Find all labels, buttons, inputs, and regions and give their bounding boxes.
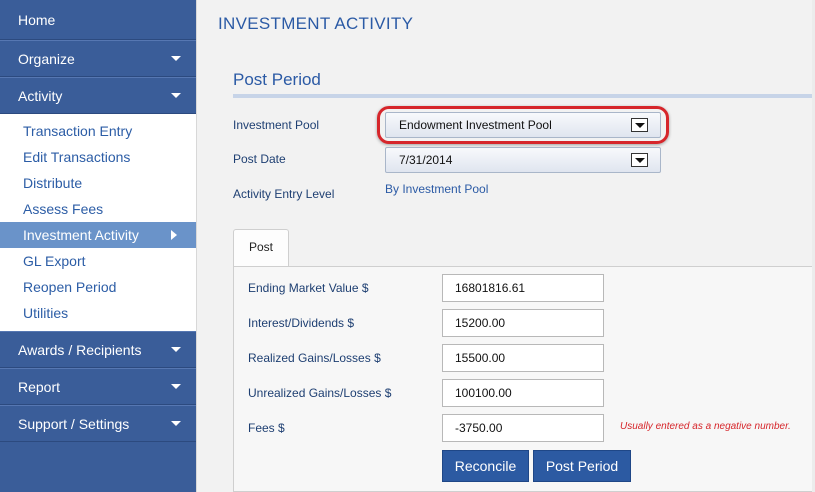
sidebar-item-investment-activity[interactable]: Investment Activity xyxy=(0,222,196,248)
chevron-down-icon xyxy=(171,56,181,61)
ending-market-value-input[interactable] xyxy=(442,274,604,302)
nav-organize-label: Organize xyxy=(18,51,75,67)
main-content: INVESTMENT ACTIVITY Post Period Investme… xyxy=(198,0,815,492)
sidebar-item-assess-fees[interactable]: Assess Fees xyxy=(0,196,196,222)
sidebar-item-utilities[interactable]: Utilities xyxy=(0,300,196,326)
realized-gains-input[interactable] xyxy=(442,344,604,372)
sidebar-item-reopen-period[interactable]: Reopen Period xyxy=(0,274,196,300)
sidebar-item-label: Edit Transactions xyxy=(23,149,131,165)
chevron-down-icon xyxy=(171,347,181,352)
chevron-down-icon xyxy=(171,384,181,389)
interest-dividends-label: Interest/Dividends $ xyxy=(248,316,355,330)
chevron-down-icon xyxy=(171,421,181,426)
realized-gains-label: Realized Gains/Losses $ xyxy=(248,351,381,365)
nav-organize[interactable]: Organize xyxy=(0,40,196,77)
nav-report-label: Report xyxy=(18,379,61,395)
fees-label: Fees $ xyxy=(248,421,285,435)
dropdown-arrow-icon xyxy=(631,153,648,167)
sidebar-item-label: Utilities xyxy=(23,305,69,321)
sidebar-item-label: GL Export xyxy=(23,253,86,269)
sidebar-item-label: Reopen Period xyxy=(23,279,117,295)
investment-pool-label: Investment Pool xyxy=(233,118,320,132)
post-period-button[interactable]: Post Period xyxy=(533,450,631,482)
entry-level-value: By Investment Pool xyxy=(385,182,489,196)
nav-activity-label: Activity xyxy=(18,88,63,104)
section-divider xyxy=(233,94,813,98)
entry-level-label: Activity Entry Level xyxy=(233,187,335,201)
nav-awards-label: Awards / Recipients xyxy=(18,342,142,358)
fees-hint: Usually entered as a negative number. xyxy=(620,421,791,432)
sidebar-item-label: Distribute xyxy=(23,175,83,191)
post-period-button-label: Post Period xyxy=(545,458,619,474)
sidebar-item-label: Investment Activity xyxy=(23,227,139,243)
sidebar-item-gl-export[interactable]: GL Export xyxy=(0,248,196,274)
tab-post[interactable]: Post xyxy=(233,229,289,267)
ending-market-value-label: Ending Market Value $ xyxy=(248,281,369,295)
sidebar-item-transaction-entry[interactable]: Transaction Entry xyxy=(0,118,196,144)
nav-home-label: Home xyxy=(18,12,56,28)
chevron-right-icon xyxy=(171,230,177,240)
nav-home[interactable]: Home xyxy=(0,0,196,40)
nav-activity[interactable]: Activity xyxy=(0,77,196,114)
nav-support-label: Support / Settings xyxy=(18,416,130,432)
sidebar-item-edit-transactions[interactable]: Edit Transactions xyxy=(0,144,196,170)
sidebar-item-label: Assess Fees xyxy=(23,201,104,217)
tab-post-label: Post xyxy=(248,240,273,254)
sidebar-item-distribute[interactable]: Distribute xyxy=(0,170,196,196)
reconcile-button-label: Reconcile xyxy=(454,458,517,474)
activity-submenu: Transaction Entry Edit Transactions Dist… xyxy=(0,114,196,331)
highlight-annotation xyxy=(377,106,669,144)
sidebar-item-label: Transaction Entry xyxy=(23,123,133,139)
sidebar: Home Organize Activity Transaction Entry… xyxy=(0,0,197,492)
post-date-label: Post Date xyxy=(233,152,286,166)
section-title: Post Period xyxy=(233,70,321,89)
interest-dividends-input[interactable] xyxy=(442,309,604,337)
unrealized-gains-label: Unrealized Gains/Losses $ xyxy=(248,386,392,400)
unrealized-gains-input[interactable] xyxy=(442,379,604,407)
post-date-value: 7/31/2014 xyxy=(399,153,453,167)
nav-awards-recipients[interactable]: Awards / Recipients xyxy=(0,331,196,368)
nav-support-settings[interactable]: Support / Settings xyxy=(0,405,196,442)
chevron-down-icon xyxy=(171,93,181,98)
page-title: INVESTMENT ACTIVITY xyxy=(218,14,414,33)
nav-report[interactable]: Report xyxy=(0,368,196,405)
fees-input[interactable] xyxy=(442,414,604,442)
reconcile-button[interactable]: Reconcile xyxy=(442,450,529,482)
post-date-select[interactable]: 7/31/2014 xyxy=(385,147,661,173)
